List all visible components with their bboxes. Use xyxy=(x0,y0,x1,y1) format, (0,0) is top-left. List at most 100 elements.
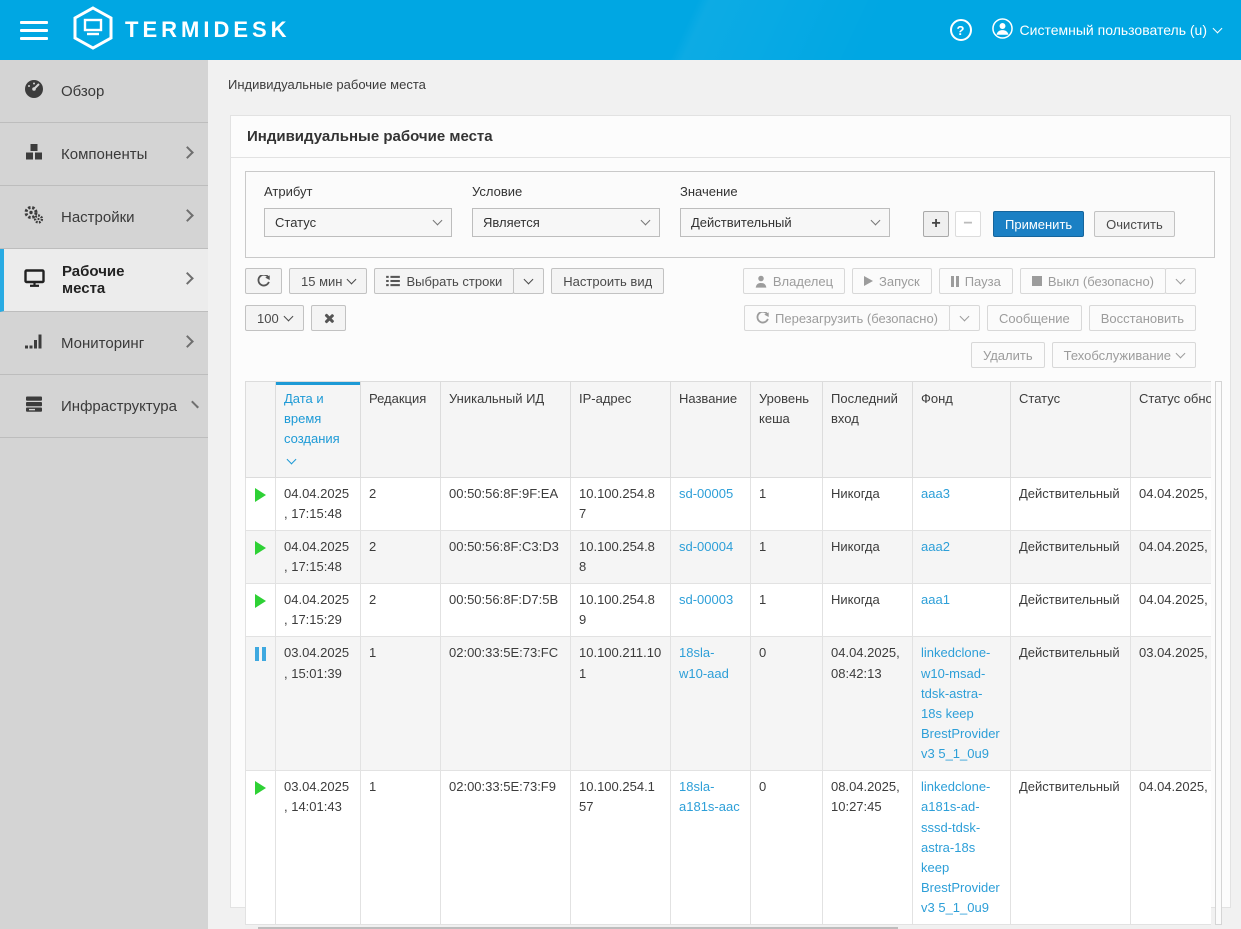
sidebar-item-workplaces[interactable]: Рабочие места xyxy=(0,249,208,312)
chevron-down-icon xyxy=(641,216,651,226)
cell-status-updated: 04.04.2025, 12:04:16 xyxy=(1131,771,1212,925)
play-icon xyxy=(255,594,266,608)
workplace-link[interactable]: 18sla-w10-aad xyxy=(679,645,729,680)
power-off-label: Выкл (безопасно) xyxy=(1048,274,1154,289)
refresh-button[interactable] xyxy=(245,268,282,294)
workplace-link[interactable]: sd-00003 xyxy=(679,592,733,607)
row-state-icon xyxy=(255,781,266,795)
message-button[interactable]: Сообщение xyxy=(987,305,1082,331)
maintenance-button[interactable]: Техобслуживание xyxy=(1052,342,1196,368)
header-pool[interactable]: Фонд xyxy=(913,382,1011,478)
hamburger-menu-icon[interactable] xyxy=(20,21,48,40)
pool-link[interactable]: linkedclone-w10-msad-tdsk-astra-18s keep… xyxy=(921,645,1000,761)
header-last-login[interactable]: Последний вход xyxy=(823,382,913,478)
condition-value: Является xyxy=(483,215,540,230)
header-status[interactable]: Статус xyxy=(1011,382,1131,478)
header-status-updated[interactable]: Статус обновлен xyxy=(1131,382,1212,478)
sidebar: Обзор Компоненты Настройки xyxy=(0,60,208,929)
cell-cache-level: 0 xyxy=(751,771,823,925)
cell-revision: 1 xyxy=(361,637,441,771)
header-ip[interactable]: IP-адрес xyxy=(571,382,671,478)
interval-value: 15 мин xyxy=(301,274,342,289)
header-name[interactable]: Название xyxy=(671,382,751,478)
cell-pool: linkedclone-w10-msad-tdsk-astra-18s keep… xyxy=(913,637,1011,771)
cell-name: 18sla-w10-aad xyxy=(671,637,751,771)
chevron-down-icon xyxy=(871,216,881,226)
refresh-interval-select[interactable]: 15 мин xyxy=(289,268,367,294)
cell-status-updated: 04.04.2025, 17:17:53 xyxy=(1131,530,1212,583)
power-off-dropdown[interactable] xyxy=(1165,268,1196,294)
sidebar-item-label: Рабочие места xyxy=(62,263,166,297)
workplace-link[interactable]: 18sla-a181s-aac xyxy=(679,779,740,814)
apply-button[interactable]: Применить xyxy=(993,211,1084,237)
cell-created: 04.04.2025, 17:15:29 xyxy=(276,584,361,637)
help-icon[interactable]: ? xyxy=(950,19,972,41)
sidebar-item-overview[interactable]: Обзор xyxy=(0,60,208,123)
pool-link[interactable]: aaa1 xyxy=(921,592,950,607)
table-body: 04.04.2025, 17:15:48 2 00:50:56:8F:9F:EA… xyxy=(246,477,1212,925)
table-row[interactable]: 04.04.2025, 17:15:48 2 00:50:56:8F:C3:D3… xyxy=(246,530,1212,583)
header-cache-level[interactable]: Уровень кеша xyxy=(751,382,823,478)
termidesk-hexagon-icon xyxy=(72,6,114,55)
condition-select[interactable]: Является xyxy=(472,208,660,237)
select-rows-button[interactable]: Выбрать строки xyxy=(374,268,514,294)
configure-view-button[interactable]: Настроить вид xyxy=(551,268,664,294)
table-scroll-container: Дата и время создания Редакция Уникальны… xyxy=(245,381,1211,925)
sidebar-item-monitoring[interactable]: Мониторинг xyxy=(0,312,208,375)
sidebar-item-settings[interactable]: Настройки xyxy=(0,186,208,249)
cell-created: 03.04.2025, 15:01:39 xyxy=(276,637,361,771)
sidebar-item-components[interactable]: Компоненты xyxy=(0,123,208,186)
owner-button[interactable]: Владелец xyxy=(743,268,845,294)
cell-ip: 10.100.254.87 xyxy=(571,477,671,530)
add-filter-button[interactable]: + xyxy=(923,211,949,237)
chevron-right-icon xyxy=(181,272,193,284)
delete-button[interactable]: Удалить xyxy=(971,342,1045,368)
select-rows-dropdown[interactable] xyxy=(513,268,544,294)
remove-filter-button[interactable]: − xyxy=(955,211,981,237)
reboot-dropdown[interactable] xyxy=(949,305,980,331)
cell-state xyxy=(246,771,276,925)
value-select[interactable]: Действительный xyxy=(680,208,890,237)
workplace-link[interactable]: sd-00004 xyxy=(679,539,733,554)
cell-uid: 00:50:56:8F:D7:5B xyxy=(441,584,571,637)
header-created[interactable]: Дата и время создания xyxy=(276,382,361,478)
reboot-safe-button[interactable]: Перезагрузить (безопасно) xyxy=(744,305,950,331)
workplace-link[interactable]: sd-00005 xyxy=(679,486,733,501)
table-row[interactable]: 04.04.2025, 17:15:48 2 00:50:56:8F:9F:EA… xyxy=(246,477,1212,530)
gears-icon xyxy=(24,205,44,229)
dashboard-gauge-icon xyxy=(24,79,44,103)
pause-button[interactable]: Пауза xyxy=(939,268,1013,294)
user-name: Системный пользователь (u) xyxy=(1020,22,1207,38)
chevron-right-icon xyxy=(181,146,194,159)
desktop-monitor-icon xyxy=(24,268,45,292)
restore-button[interactable]: Восстановить xyxy=(1089,305,1196,331)
cell-status: Действительный xyxy=(1011,530,1131,583)
sidebar-item-infrastructure[interactable]: Инфраструктура xyxy=(0,375,208,438)
vertical-scrollbar[interactable] xyxy=(1215,381,1222,925)
cell-cache-level: 1 xyxy=(751,584,823,637)
header-revision[interactable]: Редакция xyxy=(361,382,441,478)
brand-logo[interactable]: TERMIDESK xyxy=(72,6,291,55)
clear-page-size-button[interactable] xyxy=(311,305,346,331)
start-button[interactable]: Запуск xyxy=(852,268,932,294)
table-row[interactable]: 03.04.2025, 14:01:43 1 02:00:33:5E:73:F9… xyxy=(246,771,1212,925)
toolbar: 15 мин Выбрать строки Настроить вид xyxy=(245,268,1223,368)
header-uid[interactable]: Уникальный ИД xyxy=(441,382,571,478)
cell-last-login: Никогда xyxy=(823,584,913,637)
power-off-safe-button[interactable]: Выкл (безопасно) xyxy=(1020,268,1166,294)
value-label: Значение xyxy=(680,184,890,199)
chevron-right-icon xyxy=(191,400,199,408)
user-menu[interactable]: Системный пользователь (u) xyxy=(992,18,1221,42)
pool-link[interactable]: linkedclone-a181s-ad-sssd-tdsk-astra-18s… xyxy=(921,779,1000,915)
attribute-select[interactable]: Статус xyxy=(264,208,452,237)
cell-status-updated: 03.04.2025, 15:29:33 xyxy=(1131,637,1212,771)
cell-state xyxy=(246,530,276,583)
clear-button[interactable]: Очистить xyxy=(1094,211,1175,237)
workplaces-card: Индивидуальные рабочие места Атрибут Ста… xyxy=(230,115,1231,908)
pool-link[interactable]: aaa3 xyxy=(921,486,950,501)
table-row[interactable]: 03.04.2025, 15:01:39 1 02:00:33:5E:73:FC… xyxy=(246,637,1212,771)
user-avatar-icon xyxy=(992,18,1013,42)
page-size-select[interactable]: 100 xyxy=(245,305,304,331)
table-row[interactable]: 04.04.2025, 17:15:29 2 00:50:56:8F:D7:5B… xyxy=(246,584,1212,637)
pool-link[interactable]: aaa2 xyxy=(921,539,950,554)
